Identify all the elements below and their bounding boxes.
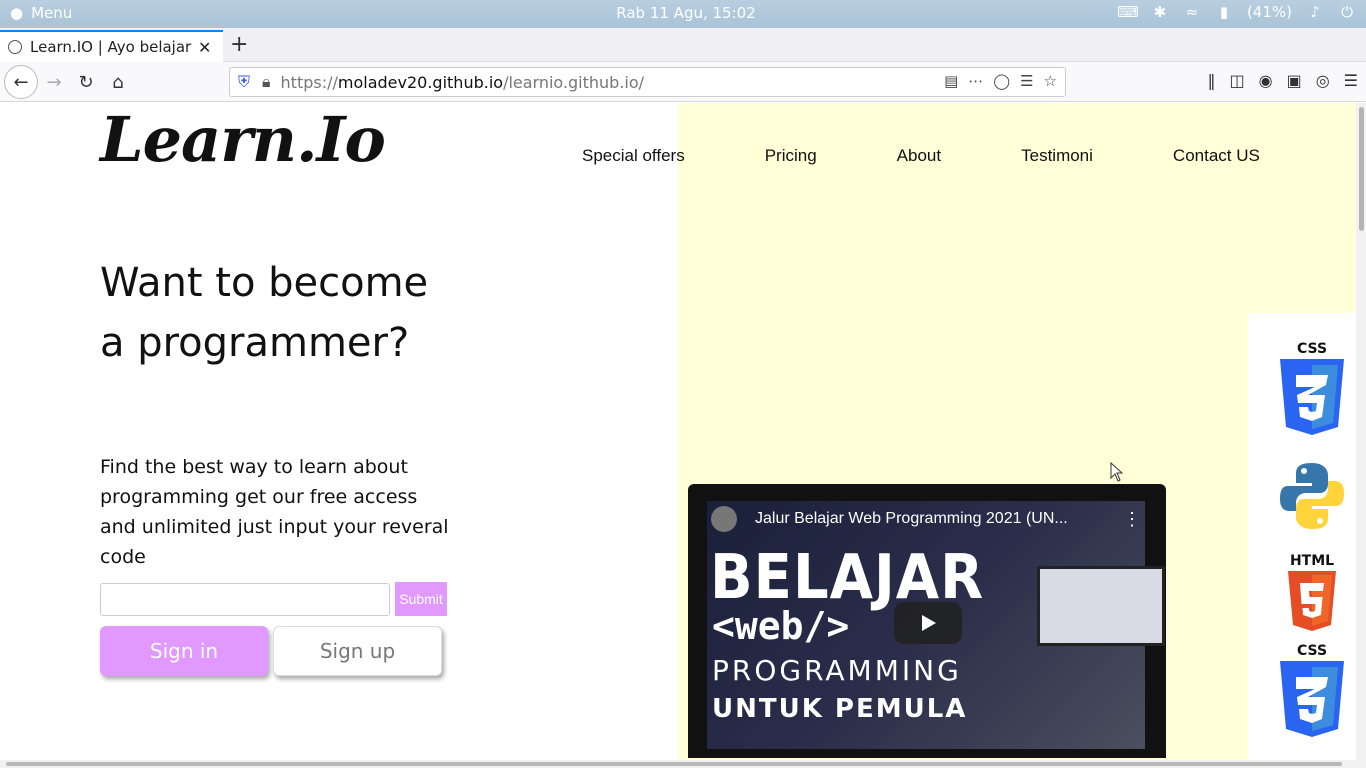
play-icon [922,615,936,631]
tech-icons-column: CSS HTML CSS [1248,313,1356,768]
new-tab-button[interactable]: + [230,32,248,57]
tab-title: Learn.IO | Ayo belajar c [30,38,192,56]
close-tab-icon[interactable]: ✕ [198,38,211,57]
url-bar[interactable]: ⛨ 🔒︎ https://moladev20.github.io/learnio… [229,67,1066,97]
battery-icon[interactable]: ▮ [1215,3,1233,21]
thumbnail-text-web: <web/> [712,604,850,648]
extension-icon[interactable]: ◎ [1316,71,1330,90]
browser-nav-bar: ← → ↻ ⌂ ⛨ 🔒︎ https://moladev20.github.io… [0,62,1366,102]
reload-button[interactable]: ↻ [72,68,100,96]
tracking-shield-icon[interactable]: ⛨ [238,72,250,92]
html-label: HTML [1289,553,1335,569]
browser-tab-bar: Learn.IO | Ayo belajar c ✕ + [0,28,1366,62]
css3-shield-icon-2 [1280,661,1344,737]
home-button[interactable]: ⌂ [104,68,132,96]
system-tray: ⌨ ✱ ≈ ▮ (41%) ♪ ⏻ [1117,3,1356,21]
css3-shield-icon [1280,359,1344,435]
keyboard-icon[interactable]: ⌨ [1117,3,1139,21]
play-button[interactable] [894,602,962,644]
python-logo [1278,461,1346,535]
wifi-icon[interactable]: ≈ [1183,3,1201,21]
os-top-bar: ● Menu Rab 11 Agu, 15:02 ⌨ ✱ ≈ ▮ (41%) ♪… [0,0,1366,28]
sign-in-button[interactable]: Sign in [100,626,268,676]
thumbnail-text-programming: PROGRAMMING [712,654,962,687]
browser-tab[interactable]: Learn.IO | Ayo belajar c ✕ [0,30,223,62]
library-icon[interactable]: ‖ [1207,71,1215,90]
video-more-icon[interactable]: ⋮ [1123,509,1141,530]
css3-logo: CSS [1278,341,1346,441]
nav-special-offers[interactable]: Special offers [582,146,685,166]
channel-avatar[interactable] [711,506,737,532]
youtube-video-embed[interactable]: BELAJAR <web/> PROGRAMMING UNTUK PEMULA … [688,484,1166,758]
hero-description: Find the best way to learn about program… [100,456,449,568]
translate-extension-icon[interactable]: ▣ [1287,71,1302,90]
nav-contact-us[interactable]: Contact US [1173,146,1260,166]
horizontal-scroll-thumb[interactable] [6,762,1342,766]
power-icon[interactable]: ⏻ [1338,3,1356,21]
css-label-2: CSS [1296,643,1328,659]
translate-icon[interactable]: ☰ [1020,72,1033,90]
account-icon[interactable]: ◉ [1259,71,1273,90]
css3-logo-2: CSS [1278,643,1346,743]
css-label: CSS [1296,341,1328,357]
video-title[interactable]: Jalur Belajar Web Programming 2021 (UN..… [755,510,1115,528]
vertical-scroll-thumb[interactable] [1359,107,1364,231]
video-title-row: Jalur Belajar Web Programming 2021 (UN..… [707,504,1145,534]
python-icon [1280,463,1344,529]
hero-title: Want to become a programmer? [100,260,429,366]
battery-percent: (41%) [1246,3,1292,21]
nav-pricing[interactable]: Pricing [765,146,817,166]
sign-up-button[interactable]: Sign up [273,626,442,676]
pocket-icon[interactable]: ◯ [993,72,1010,90]
nav-testimoni[interactable]: Testimoni [1021,146,1093,166]
volume-icon[interactable]: ♪ [1306,3,1324,21]
bluetooth-icon[interactable]: ✱ [1151,3,1169,21]
more-actions-icon[interactable]: ⋯ [968,72,983,90]
site-navigation: Special offers Pricing About Testimoni C… [582,146,1260,166]
web-page: Learn.Io Special offers Pricing About Te… [0,103,1366,768]
forward-button[interactable]: → [40,68,68,96]
thumbnail-text-untuk-pemula: UNTUK PEMULA [712,694,968,724]
bookmark-star-icon[interactable]: ☆ [1044,72,1057,90]
horizontal-scrollbar[interactable] [0,760,1356,768]
vertical-scrollbar[interactable] [1356,103,1366,768]
referral-code-input[interactable] [100,583,390,616]
back-button[interactable]: ← [4,65,38,99]
html5-logo: HTML [1278,553,1346,639]
hamburger-menu-icon[interactable]: ☰ [1344,71,1358,90]
thumbnail-monitor [1037,566,1165,646]
site-favicon-icon [8,40,22,54]
mouse-cursor-icon [1110,462,1124,482]
html5-shield-icon [1288,571,1336,631]
submit-button[interactable]: Submit [395,582,447,616]
sidebar-icon[interactable]: ◫ [1229,71,1244,90]
url-text[interactable]: https://moladev20.github.io/learnio.gith… [281,73,645,92]
site-logo[interactable]: Learn.Io [100,103,386,176]
reader-view-icon[interactable]: ▤ [944,72,958,90]
lock-icon[interactable]: 🔒︎ [262,72,271,92]
nav-about[interactable]: About [897,146,941,166]
